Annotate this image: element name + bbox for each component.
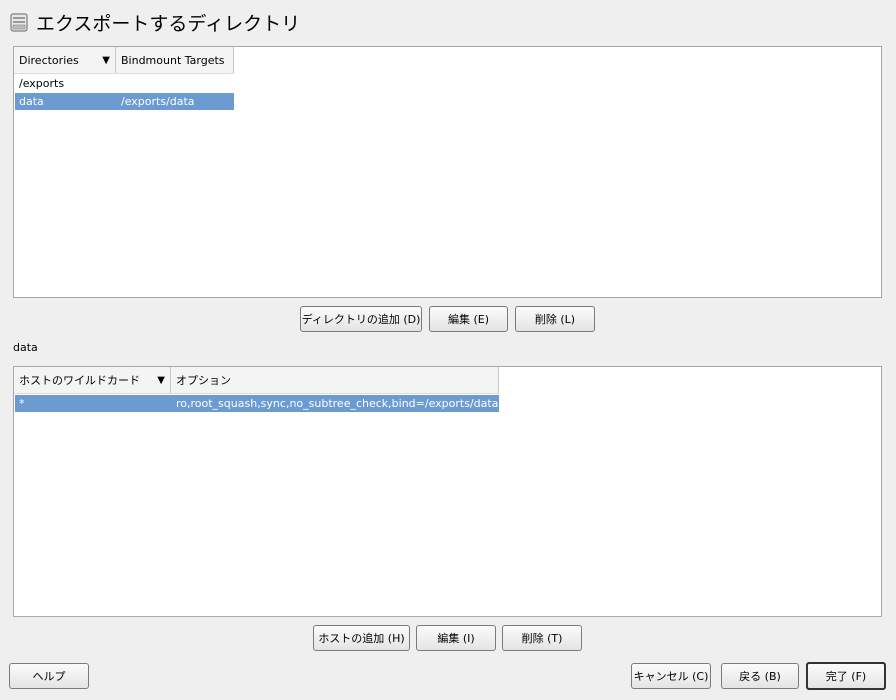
- edit-directory-button[interactable]: 編集 (E): [429, 306, 508, 332]
- add-directory-button[interactable]: ディレクトリの追加 (D): [300, 306, 422, 332]
- target-cell: /exports/data: [121, 95, 195, 108]
- directories-table[interactable]: Directories ▼ Bindmount Targets /exports…: [13, 46, 882, 298]
- cancel-button[interactable]: キャンセル (C): [631, 663, 711, 689]
- delete-directory-button[interactable]: 削除 (L): [515, 306, 595, 332]
- chevron-down-icon: ▼: [102, 54, 110, 66]
- delete-host-button[interactable]: 削除 (T): [502, 625, 582, 651]
- directory-cell: /exports: [19, 77, 65, 90]
- finish-button[interactable]: 完了 (F): [806, 662, 886, 690]
- directory-cell: data: [19, 95, 44, 108]
- hosts-table[interactable]: ホストのワイルドカード ▼ オプション * ro,root_squash,syn…: [13, 366, 882, 617]
- back-button[interactable]: 戻る (B): [721, 663, 799, 689]
- column-header-bindmount-targets[interactable]: Bindmount Targets: [116, 47, 234, 73]
- table-row-selected[interactable]: data /exports/data: [15, 93, 234, 110]
- page-title: エクスポートするディレクトリ: [36, 12, 301, 35]
- nfs-folder-icon: [8, 11, 30, 33]
- hosts-table-header: ホストのワイルドカード ▼ オプション: [14, 367, 499, 394]
- selected-directory-label: data: [13, 341, 38, 354]
- chevron-down-icon: ▼: [157, 374, 165, 386]
- directories-table-header: Directories ▼ Bindmount Targets: [14, 47, 234, 74]
- help-button[interactable]: ヘルプ: [9, 663, 89, 689]
- host-cell: *: [19, 397, 25, 410]
- column-header-options[interactable]: オプション: [171, 367, 499, 393]
- table-row-selected[interactable]: * ro,root_squash,sync,no_subtree_check,b…: [15, 395, 499, 412]
- table-row[interactable]: /exports: [15, 75, 234, 92]
- add-host-button[interactable]: ホストの追加 (H): [313, 625, 410, 651]
- title-bar: エクスポートするディレクトリ: [8, 8, 300, 36]
- column-header-host-wildcard[interactable]: ホストのワイルドカード ▼: [14, 367, 171, 393]
- edit-host-button[interactable]: 編集 (I): [416, 625, 496, 651]
- options-cell: ro,root_squash,sync,no_subtree_check,bin…: [176, 397, 499, 410]
- column-header-directories[interactable]: Directories ▼: [14, 47, 116, 73]
